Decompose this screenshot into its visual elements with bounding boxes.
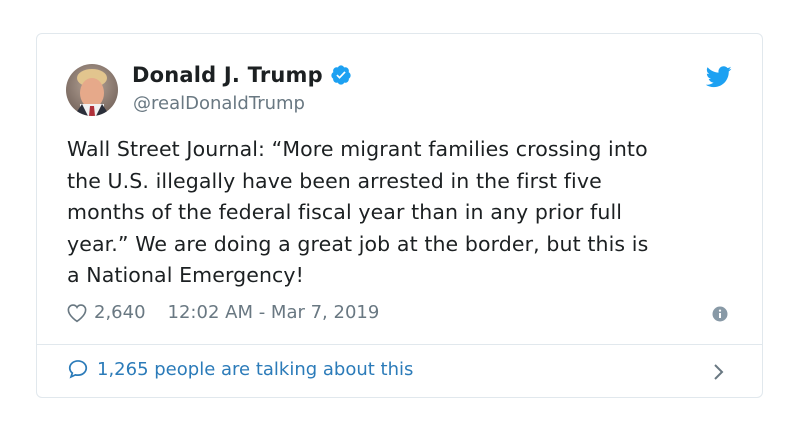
author-row: Donald J. Trump bbox=[132, 63, 352, 87]
tweet-timestamp[interactable]: 12:02 AM - Mar 7, 2019 bbox=[168, 302, 380, 323]
tweet-meta: 2,640 12:02 AM - Mar 7, 2019 bbox=[66, 302, 379, 323]
twitter-bird-icon[interactable] bbox=[705, 66, 732, 88]
talking-label[interactable]: 1,265 people are talking about this bbox=[97, 359, 413, 380]
verified-badge-icon bbox=[330, 64, 352, 86]
author-name[interactable]: Donald J. Trump bbox=[132, 63, 323, 87]
speech-bubble-icon bbox=[67, 358, 89, 380]
divider bbox=[37, 344, 762, 345]
info-icon[interactable] bbox=[712, 306, 728, 322]
author-handle[interactable]: @realDonaldTrump bbox=[133, 93, 305, 114]
heart-icon[interactable] bbox=[66, 303, 88, 323]
talking-link[interactable]: 1,265 people are talking about this bbox=[67, 358, 413, 380]
tweet-text: Wall Street Journal: “More migrant famil… bbox=[67, 137, 649, 287]
avatar[interactable] bbox=[66, 64, 118, 116]
like-count[interactable]: 2,640 bbox=[94, 302, 146, 323]
tweet-card[interactable]: Donald J. Trump @realDonaldTrump Wall St… bbox=[36, 33, 763, 398]
chevron-right-icon[interactable] bbox=[712, 363, 724, 381]
